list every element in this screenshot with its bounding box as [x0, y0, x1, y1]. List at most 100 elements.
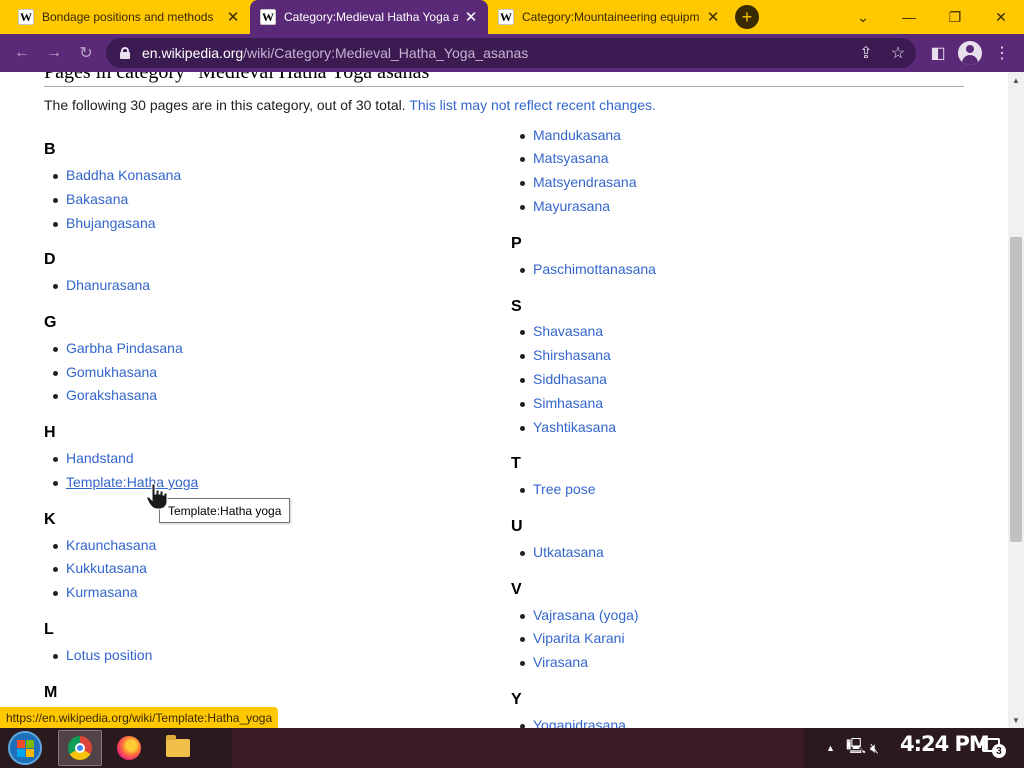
letter-heading-k: K	[44, 511, 56, 528]
list-item-hovered[interactable]: Template:Hatha yoga	[44, 474, 198, 490]
browser-toolbar: ← → ↻ en.wikipedia.org/wiki/Category:Med…	[0, 34, 1024, 72]
tab-strip: W Bondage positions and methods ✕ W Cate…	[0, 0, 1024, 34]
list-item[interactable]: Lotus position	[44, 647, 152, 663]
new-tab-button[interactable]: +	[735, 5, 759, 29]
wikipedia-favicon-icon: W	[18, 9, 34, 25]
chrome-icon	[68, 736, 92, 760]
link-status-bubble: https://en.wikipedia.org/wiki/Template:H…	[0, 707, 279, 728]
bookmark-star-icon[interactable]: ☆	[886, 41, 910, 65]
list-item[interactable]: Mayurasana	[511, 198, 610, 214]
category-summary: The following 30 pages are in this categ…	[44, 97, 656, 113]
summary-text: The following 30 pages are in this categ…	[44, 97, 406, 113]
list-item[interactable]: Dhanurasana	[44, 277, 150, 293]
letter-heading-s: S	[511, 298, 522, 315]
reload-icon[interactable]: ↻	[74, 41, 98, 65]
firefox-icon	[117, 736, 141, 760]
notification-count: 3	[992, 744, 1006, 758]
window-close-button[interactable]: ✕	[978, 0, 1024, 34]
list-item[interactable]: Gorakshasana	[44, 387, 157, 403]
restore-button[interactable]: ❐	[932, 0, 978, 34]
taskbar-clock[interactable]: 4:24 PM	[900, 732, 990, 756]
list-item[interactable]: Bakasana	[44, 191, 128, 207]
wikipedia-favicon-icon: W	[498, 9, 514, 25]
side-panel-icon[interactable]: ◧	[926, 41, 950, 65]
firefox-taskbar-button[interactable]	[107, 730, 151, 766]
list-item[interactable]: Kukkutasana	[44, 560, 147, 576]
letter-heading-l: L	[44, 621, 54, 638]
tab-mountaineering-equipment[interactable]: W Category:Mountaineering equipment ✕	[488, 0, 730, 34]
link-tooltip: Template:Hatha yoga	[159, 498, 291, 523]
recent-changes-note[interactable]: This list may not reflect recent changes…	[409, 97, 656, 113]
list-item[interactable]: Tree pose	[511, 481, 596, 497]
taskbar-background-image	[232, 728, 804, 768]
list-item[interactable]: Kurmasana	[44, 584, 138, 600]
start-button[interactable]	[8, 731, 42, 765]
list-item[interactable]: Siddhasana	[511, 371, 607, 387]
list-item[interactable]: Shirshasana	[511, 347, 611, 363]
action-center-icon[interactable]: 3	[982, 738, 1006, 758]
more-menu-icon[interactable]: ⋮	[990, 41, 1014, 65]
close-icon[interactable]: ✕	[464, 8, 478, 26]
minimize-button[interactable]: —	[886, 0, 932, 34]
volume-muted-icon[interactable]: 🔇︎	[870, 728, 879, 768]
close-icon[interactable]: ✕	[706, 8, 720, 26]
list-item[interactable]: Shavasana	[511, 323, 603, 339]
page-scrollbar[interactable]: ▲ ▼	[1008, 72, 1024, 728]
letter-heading-v: V	[511, 581, 522, 598]
tab-title: Bondage positions and methods	[42, 10, 214, 24]
close-icon[interactable]: ✕	[226, 8, 240, 26]
file-explorer-taskbar-button[interactable]	[156, 730, 200, 766]
url-path: /wiki/Category:Medieval_Hatha_Yoga_asana…	[243, 45, 529, 61]
forward-arrow-icon[interactable]: →	[42, 41, 66, 65]
windows-taskbar: ▲ 🖳 🔇︎ 4:24 PM 3	[0, 728, 1024, 768]
letter-heading-p: P	[511, 235, 522, 252]
letter-heading-t: T	[511, 455, 521, 472]
scrollbar-thumb[interactable]	[1010, 237, 1022, 542]
lock-icon[interactable]	[120, 47, 130, 59]
list-item[interactable]: Utkatasana	[511, 544, 604, 560]
page-content: Pages in category "Medieval Hatha Yoga a…	[0, 72, 1008, 728]
tab-title: Category:Medieval Hatha Yoga asanas	[284, 10, 458, 24]
back-arrow-icon[interactable]: ←	[10, 41, 34, 65]
hand-cursor-icon	[146, 483, 168, 510]
network-icon[interactable]: 🖳	[846, 728, 866, 768]
profile-avatar[interactable]	[958, 41, 982, 65]
letter-heading-g: G	[44, 314, 57, 331]
list-item[interactable]: Gomukhasana	[44, 364, 157, 380]
tab-title: Category:Mountaineering equipment	[522, 10, 700, 24]
list-item[interactable]: Simhasana	[511, 395, 603, 411]
list-item[interactable]: Yashtikasana	[511, 419, 616, 435]
list-item[interactable]: Handstand	[44, 450, 134, 466]
tab-search-chevron-icon[interactable]: ⌄	[840, 0, 886, 34]
list-item[interactable]: Bhujangasana	[44, 215, 156, 231]
list-item[interactable]: Paschimottanasana	[511, 261, 656, 277]
wikipedia-favicon-icon: W	[260, 9, 276, 25]
scroll-down-arrow-icon[interactable]: ▼	[1008, 712, 1024, 728]
share-icon[interactable]: ⇪	[854, 41, 878, 65]
heading-divider	[44, 86, 964, 87]
list-item[interactable]: Kraunchasana	[44, 537, 156, 553]
list-item[interactable]: Yoganidrasana	[511, 717, 626, 728]
letter-heading-b: B	[44, 141, 56, 158]
letter-heading-h: H	[44, 424, 56, 441]
tab-bondage-positions[interactable]: W Bondage positions and methods ✕	[8, 0, 250, 34]
tab-medieval-hatha-yoga[interactable]: W Category:Medieval Hatha Yoga asanas ✕	[250, 0, 488, 34]
url-host: en.wikipedia.org	[142, 45, 244, 61]
file-explorer-icon	[166, 735, 190, 757]
list-item[interactable]: Viparita Karani	[511, 630, 625, 646]
list-item[interactable]: Garbha Pindasana	[44, 340, 183, 356]
scroll-up-arrow-icon[interactable]: ▲	[1008, 72, 1024, 88]
list-item[interactable]: Virasana	[511, 654, 588, 670]
list-item[interactable]: Vajrasana (yoga)	[511, 607, 639, 623]
list-item[interactable]: Matsyendrasana	[511, 174, 637, 190]
letter-heading-d: D	[44, 251, 56, 268]
letter-heading-u: U	[511, 518, 523, 535]
show-hidden-icons-button[interactable]: ▲	[826, 728, 835, 768]
chrome-taskbar-button[interactable]	[58, 730, 102, 766]
page-title: Pages in category "Medieval Hatha Yoga a…	[44, 72, 438, 83]
list-item[interactable]: Baddha Konasana	[44, 167, 181, 183]
letter-heading-m: M	[44, 684, 58, 701]
address-bar[interactable]: en.wikipedia.org/wiki/Category:Medieval_…	[106, 38, 916, 68]
list-item[interactable]: Mandukasana	[511, 127, 621, 143]
list-item[interactable]: Matsyasana	[511, 150, 608, 166]
